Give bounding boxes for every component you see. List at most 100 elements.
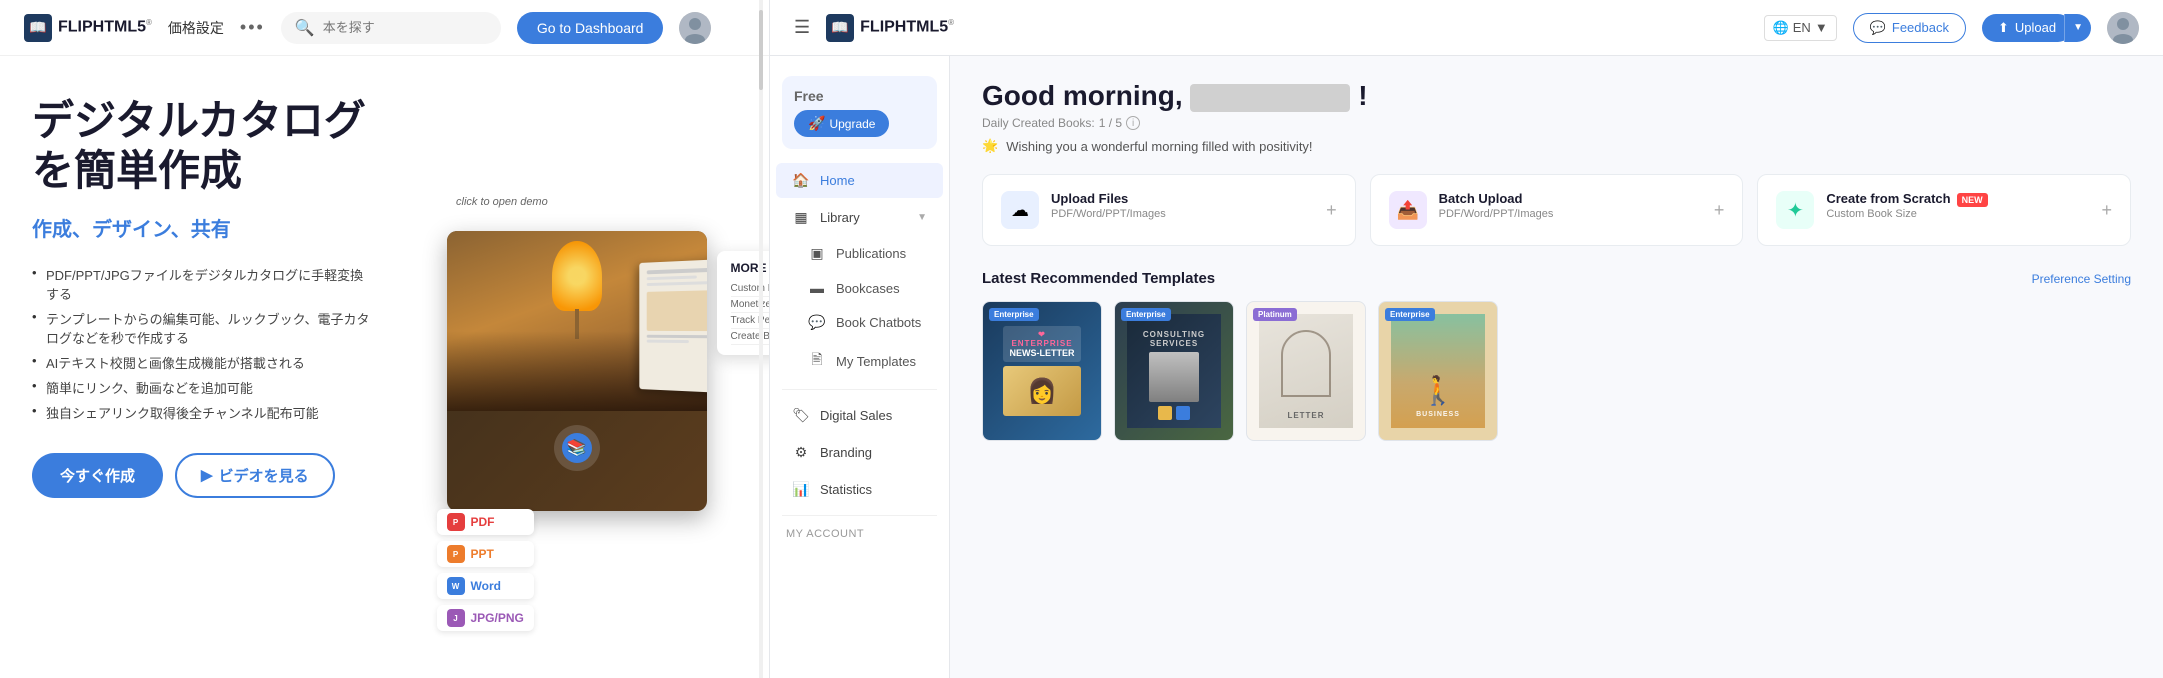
right-logo-icon: 📖 <box>826 14 854 42</box>
cta-buttons: 今すぐ作成 ▶ ビデオを見る <box>32 453 372 498</box>
sidebar: Free 🚀 Upgrade 🏠 Home ▦ Library ▼ ▣ Publ… <box>770 56 950 678</box>
format-ppt: P PPT <box>437 541 534 567</box>
upload-button[interactable]: ⬆ Upload <box>1982 14 2072 42</box>
sun-icon: 🌟 <box>982 138 998 154</box>
info-icon: i <box>1126 116 1140 130</box>
feedback-button[interactable]: 💬 Feedback <box>1853 13 1966 43</box>
templates-title: Latest Recommended Templates <box>982 270 1215 287</box>
upload-dropdown-button[interactable]: ▼ <box>2064 14 2091 42</box>
feedback-icon: 💬 <box>1870 20 1886 36</box>
template-card-4[interactable]: Enterprise 🚶 BUSINESS <box>1378 301 1498 441</box>
feature-item: PDF/PPT/JPGファイルをデジタルカタログに手軽変換する <box>32 262 372 306</box>
left-logo-text: FLIPHTML5® <box>58 18 152 36</box>
greeting-section: Good morning, ! Daily Created Books: 1 /… <box>982 80 2131 154</box>
template-content-2: CONSULTING SERVICES <box>1115 302 1233 440</box>
upgrade-button[interactable]: 🚀 Upgrade <box>794 110 889 137</box>
greeting-title: Good morning, ! <box>982 80 2131 112</box>
user-avatar[interactable] <box>679 12 711 44</box>
upload-files-icon: ☁ <box>1001 191 1039 229</box>
branding-icon: ⚙ <box>792 444 810 461</box>
language-selector[interactable]: 🌐 EN ▼ <box>1764 15 1837 41</box>
watch-video-button[interactable]: ▶ ビデオを見る <box>175 453 335 498</box>
sidebar-item-library[interactable]: ▦ Library ▼ <box>776 200 943 235</box>
batch-upload-sub: PDF/Word/PPT/Images <box>1439 208 1702 220</box>
scroll-indicator <box>759 0 763 678</box>
format-word: W Word <box>437 573 534 599</box>
publications-icon: ▣ <box>808 245 826 262</box>
right-panel: ☰ 📖 FLIPHTML5® 🌐 EN ▼ 💬 Feedback ⬆ Uploa… <box>770 0 2163 678</box>
sidebar-item-branding[interactable]: ⚙ Branding <box>776 435 943 470</box>
sidebar-item-home[interactable]: 🏠 Home <box>776 163 943 198</box>
plan-label: Free <box>794 88 824 104</box>
library-icon: ▦ <box>792 209 810 226</box>
right-logo: 📖 FLIPHTML5® <box>826 14 954 42</box>
sidebar-divider-2 <box>782 515 937 516</box>
batch-upload-content: Batch Upload PDF/Word/PPT/Images <box>1439 191 1702 220</box>
template-card-3[interactable]: Platinum LETTER <box>1246 301 1366 441</box>
left-search-bar[interactable]: 🔍 <box>281 12 501 44</box>
sidebar-item-my-templates[interactable]: 🖹 My Templates <box>776 341 943 381</box>
add-upload-button[interactable]: + <box>1326 200 1337 221</box>
right-user-avatar[interactable] <box>2107 12 2139 44</box>
daily-books-info: Daily Created Books: 1 / 5 i <box>982 116 2131 130</box>
template-card-2[interactable]: Enterprise CONSULTING SERVICES <box>1114 301 1234 441</box>
enterprise-badge-1: Enterprise <box>989 308 1039 321</box>
templates-header: Latest Recommended Templates Preference … <box>982 270 2131 287</box>
sidebar-item-publications[interactable]: ▣ Publications <box>776 237 943 270</box>
demo-feature: Create Bookcase <box>731 329 771 345</box>
upload-files-title: Upload Files <box>1051 191 1314 206</box>
go-dashboard-button[interactable]: Go to Dashboard <box>517 12 664 44</box>
create-scratch-content: Create from Scratch new Custom Book Size <box>1826 191 2089 220</box>
chatbot-icon: 💬 <box>808 314 826 331</box>
right-logo-text: FLIPHTML5® <box>860 18 954 36</box>
left-text-area: デジタルカタログを簡単作成 作成、デザイン、共有 PDF/PPT/JPGファイル… <box>32 96 372 646</box>
enterprise-badge-4: Enterprise <box>1385 308 1435 321</box>
upload-files-content: Upload Files PDF/Word/PPT/Images <box>1051 191 1314 220</box>
nav-price[interactable]: 価格設定 <box>168 18 224 38</box>
left-panel: 📖 FLIPHTML5® 価格設定 ••• 🔍 Go to Dashboard … <box>0 0 770 678</box>
main-heading: デジタルカタログを簡単作成 <box>32 96 372 197</box>
chevron-down-icon: ▼ <box>917 212 927 223</box>
jpg-icon: J <box>447 609 465 627</box>
batch-upload-card[interactable]: 📤 Batch Upload PDF/Word/PPT/Images + <box>1370 174 1744 246</box>
right-header: ☰ 📖 FLIPHTML5® 🌐 EN ▼ 💬 Feedback ⬆ Uploa… <box>770 0 2163 56</box>
upload-files-sub: PDF/Word/PPT/Images <box>1051 208 1314 220</box>
create-from-scratch-card[interactable]: ✦ Create from Scratch new Custom Book Si… <box>1757 174 2131 246</box>
platinum-badge-3: Platinum <box>1253 308 1297 321</box>
format-jpg: J JPG/PNG <box>437 605 534 631</box>
left-logo: 📖 FLIPHTML5® <box>24 14 152 42</box>
enterprise-badge-2: Enterprise <box>1121 308 1171 321</box>
demo-feature: Monetize <box>731 297 771 313</box>
sidebar-item-bookcases[interactable]: ▬ Bookcases <box>776 272 943 304</box>
search-input[interactable] <box>323 20 487 35</box>
nav-more[interactable]: ••• <box>240 17 265 38</box>
feature-item: テンプレートからの編集可能、ルックブック、電子カタログなどを秒で作成する <box>32 306 372 350</box>
template-card-1[interactable]: Enterprise ❤ ENTERPRISE NEWS-LETTER 👩 <box>982 301 1102 441</box>
bookcases-icon: ▬ <box>808 280 826 296</box>
right-body: Free 🚀 Upgrade 🏠 Home ▦ Library ▼ ▣ Publ… <box>770 56 2163 678</box>
sidebar-item-book-chatbots[interactable]: 💬 Book Chatbots <box>776 306 943 339</box>
user-name-placeholder <box>1190 84 1350 112</box>
sub-heading: 作成、デザイン、共有 <box>32 213 372 242</box>
sidebar-divider <box>782 389 937 390</box>
create-now-button[interactable]: 今すぐ作成 <box>32 453 163 498</box>
templates-icon: 🖹 <box>808 349 826 373</box>
sidebar-item-statistics[interactable]: 📊 Statistics <box>776 472 943 507</box>
sidebar-section-label: My Account <box>770 524 949 544</box>
create-scratch-sub: Custom Book Size <box>1826 208 2089 220</box>
new-badge: new <box>1957 193 1988 207</box>
template-content-4: 🚶 BUSINESS <box>1379 302 1497 440</box>
demo-features-title: MORE FEATURES <box>731 261 771 275</box>
add-batch-button[interactable]: + <box>1714 200 1725 221</box>
add-create-button[interactable]: + <box>2101 200 2112 221</box>
sidebar-item-digital-sales[interactable]: 🏷 Digital Sales <box>776 398 943 433</box>
preference-setting-link[interactable]: Preference Setting <box>2032 272 2131 286</box>
features-list: PDF/PPT/JPGファイルをデジタルカタログに手軽変換する テンプレートから… <box>32 262 372 425</box>
batch-upload-icon: 📤 <box>1389 191 1427 229</box>
hamburger-menu[interactable]: ☰ <box>794 17 810 38</box>
template-cards: Enterprise ❤ ENTERPRISE NEWS-LETTER 👩 <box>982 301 2131 441</box>
rocket-icon: 🚀 <box>808 115 825 132</box>
play-icon: ▶ <box>201 466 213 484</box>
upload-files-card[interactable]: ☁ Upload Files PDF/Word/PPT/Images + <box>982 174 1356 246</box>
feature-item: 簡単にリンク、動画などを追加可能 <box>32 375 372 400</box>
